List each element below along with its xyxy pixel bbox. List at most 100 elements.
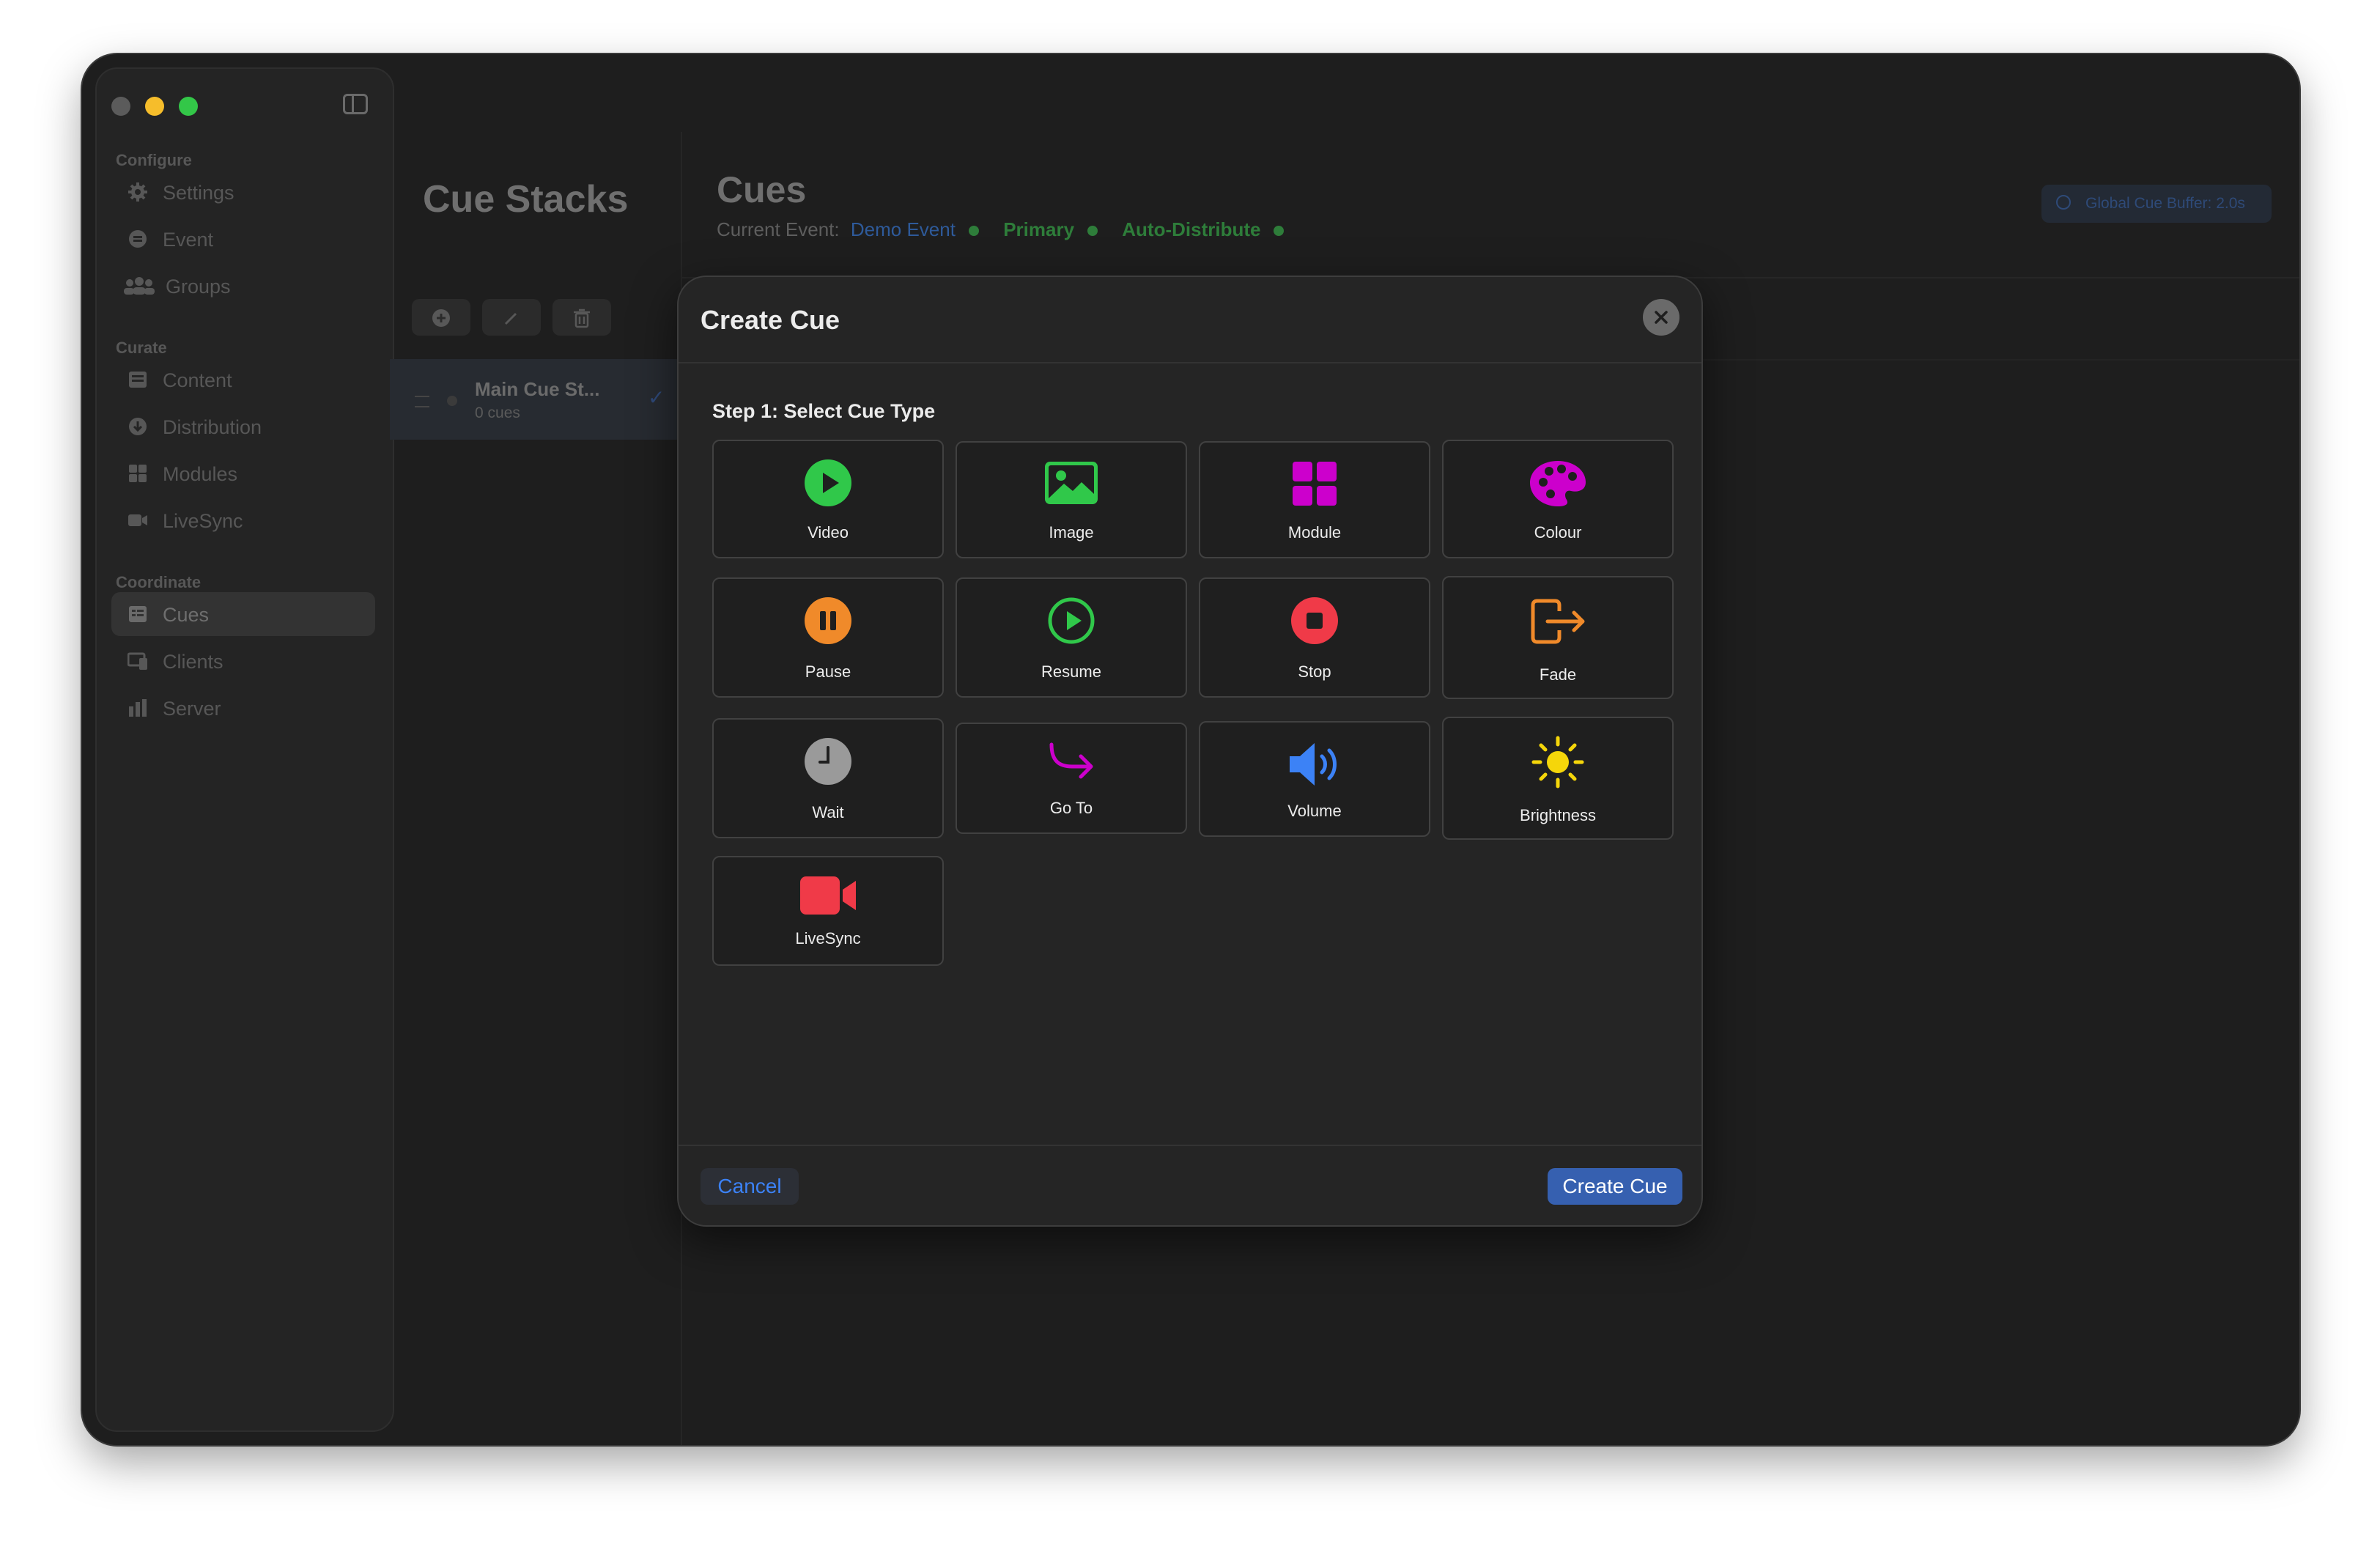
clients-icon (128, 652, 147, 670)
play-circle-icon (805, 459, 851, 506)
tile-label: Go To (1049, 799, 1093, 817)
divider (679, 362, 1701, 363)
sidebar-item-event[interactable]: Event (111, 217, 375, 261)
pause-circle-icon (805, 597, 851, 644)
cues-icon (129, 606, 147, 622)
event-icon (129, 230, 147, 248)
cue-type-module[interactable]: Module (1199, 441, 1430, 558)
cue-type-colour[interactable]: Colour (1442, 440, 1674, 558)
divider (679, 1145, 1701, 1146)
sidebar-item-distribution[interactable]: Distribution (111, 405, 375, 448)
distribution-status: Auto-Distribute (1122, 218, 1261, 240)
cue-type-brightness[interactable]: Brightness (1442, 717, 1674, 840)
section-title-curate: Curate (116, 339, 167, 357)
clock-icon (2056, 195, 2071, 210)
cue-type-wait[interactable]: Wait (712, 718, 944, 838)
sidebar-item-label: Event (163, 229, 214, 251)
sidebar-toggle-icon[interactable] (343, 94, 368, 114)
groups-icon (124, 277, 155, 295)
arrow-turn-icon (1049, 742, 1093, 779)
stop-circle-icon (1291, 597, 1338, 644)
palette-icon (1530, 461, 1586, 506)
grid-icon (1293, 462, 1337, 506)
add-stack-button[interactable] (412, 299, 470, 336)
cancel-button[interactable]: Cancel (701, 1168, 799, 1205)
delete-stack-button[interactable] (552, 299, 611, 336)
close-button[interactable] (1643, 299, 1679, 336)
sidebar-item-content[interactable]: Content (111, 358, 375, 402)
stack-list-item[interactable]: Main Cue St... 0 cues ✓ (390, 359, 681, 440)
role-status: Primary (1003, 218, 1075, 240)
camera-icon (128, 514, 147, 526)
sidebar-item-label: Groups (166, 276, 231, 298)
sidebar-item-label: Settings (163, 182, 234, 204)
clock-icon (805, 738, 851, 785)
sidebar-item-label: LiveSync (163, 510, 243, 532)
sidebar-item-clients[interactable]: Clients (111, 639, 375, 683)
server-icon (129, 699, 147, 717)
exit-icon (1531, 599, 1585, 644)
cue-stacks-title: Cue Stacks (423, 178, 629, 221)
edit-stack-button[interactable] (482, 299, 541, 336)
cue-type-resume[interactable]: Resume (956, 577, 1187, 698)
tile-label: Pause (805, 662, 851, 681)
stack-name: Main Cue St... (475, 378, 600, 400)
speaker-icon (1290, 743, 1337, 786)
status-dot (1274, 226, 1285, 237)
trash-icon (574, 309, 590, 328)
sidebar-item-label: Content (163, 369, 232, 391)
sidebar-item-server[interactable]: Server (111, 686, 375, 730)
plus-circle-icon (432, 309, 450, 327)
tile-label: Volume (1287, 802, 1342, 820)
cue-type-volume[interactable]: Volume (1199, 721, 1430, 837)
cue-type-pause[interactable]: Pause (712, 577, 944, 698)
cue-type-video[interactable]: Video (712, 440, 944, 558)
event-status-line: Current Event: Demo Event Primary Auto-D… (717, 218, 1303, 241)
create-cue-button[interactable]: Create Cue (1548, 1168, 1682, 1205)
cue-type-livesync[interactable]: LiveSync (712, 856, 944, 966)
status-dot (1087, 226, 1098, 237)
drag-handle-icon[interactable] (415, 396, 429, 407)
sidebar-item-label: Server (163, 698, 221, 720)
cue-type-stop[interactable]: Stop (1199, 577, 1430, 698)
status-dot (447, 396, 457, 406)
tile-label: Stop (1298, 662, 1331, 681)
content-icon (129, 372, 147, 388)
sun-icon (1531, 736, 1584, 788)
video-camera-icon (800, 876, 856, 915)
sidebar-item-label: Modules (163, 463, 238, 485)
tile-label: Image (1049, 523, 1094, 542)
cue-type-fade[interactable]: Fade (1442, 576, 1674, 699)
tile-label: Brightness (1520, 806, 1596, 824)
section-title-configure: Configure (116, 151, 192, 169)
modules-icon (129, 465, 147, 482)
event-name-link[interactable]: Demo Event (851, 218, 956, 240)
cue-type-image[interactable]: Image (956, 441, 1187, 558)
sidebar-item-groups[interactable]: Groups (111, 264, 375, 308)
sidebar-item-settings[interactable]: Settings (111, 170, 375, 214)
tile-label: Fade (1539, 665, 1577, 684)
window-minimize-button[interactable] (145, 97, 164, 116)
sidebar-item-label: Distribution (163, 416, 262, 438)
window-maximize-button[interactable] (179, 97, 198, 116)
tile-label: Wait (812, 803, 844, 821)
tile-label: Colour (1534, 523, 1582, 542)
close-icon (1655, 311, 1668, 324)
global-cue-buffer-badge[interactable]: Global Cue Buffer: 2.0s (2041, 185, 2272, 223)
sidebar-item-livesync[interactable]: LiveSync (111, 498, 375, 542)
pencil-icon (504, 312, 517, 325)
sidebar-item-modules[interactable]: Modules (111, 451, 375, 495)
sidebar-item-cues[interactable]: Cues (111, 592, 375, 636)
status-dot (968, 226, 979, 237)
cue-type-goto[interactable]: Go To (956, 723, 1187, 834)
tile-label: LiveSync (795, 929, 861, 948)
section-title-coordinate: Coordinate (116, 573, 202, 591)
dialog-title: Create Cue (701, 305, 840, 335)
sidebar-item-label: Cues (163, 604, 210, 626)
sidebar-item-label: Clients (163, 651, 223, 673)
gear-icon (128, 182, 147, 202)
distribution-icon (129, 418, 147, 435)
window-close-button[interactable] (111, 97, 130, 116)
create-cue-dialog: Create Cue Step 1: Select Cue Type Video… (677, 276, 1703, 1227)
tile-label: Resume (1041, 662, 1101, 681)
